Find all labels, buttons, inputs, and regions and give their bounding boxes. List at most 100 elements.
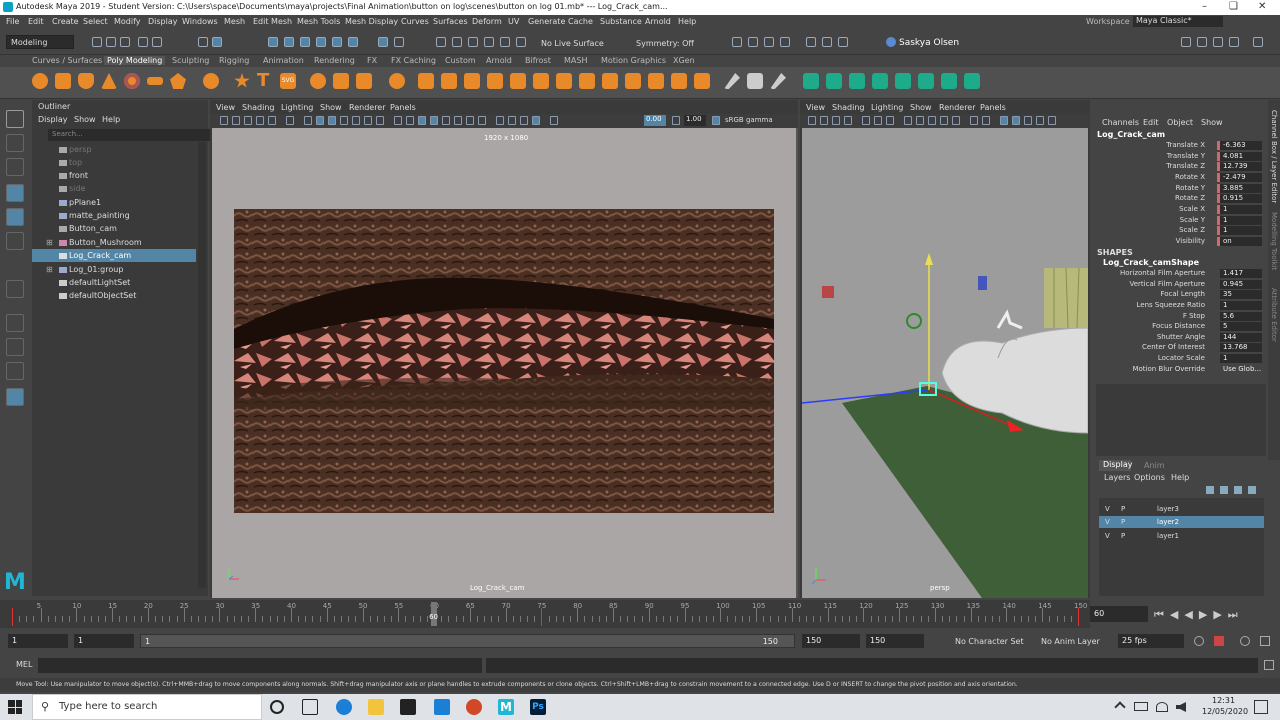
vp2-resolution-gate-icon[interactable] — [886, 116, 894, 125]
snap-projected-icon[interactable] — [484, 37, 494, 47]
uv-unfold-icon[interactable] — [941, 73, 957, 89]
command-input[interactable] — [38, 658, 482, 673]
menu-mesh-tools[interactable]: Mesh Tools — [297, 17, 340, 26]
layer-menu-options[interactable]: Options — [1134, 473, 1165, 482]
menu-help[interactable]: Help — [678, 17, 696, 26]
channel-value[interactable]: 1 — [1220, 205, 1262, 214]
shelf-tab-mash[interactable]: MASH — [564, 56, 587, 65]
outliner-item-default-light-set[interactable]: defaultLightSet — [32, 276, 196, 289]
maximize-icon[interactable]: ❑ — [1229, 1, 1238, 12]
loop-icon[interactable] — [1194, 636, 1204, 646]
field-chart-icon[interactable] — [352, 116, 360, 125]
safe-title-icon[interactable] — [376, 116, 384, 125]
select-face-icon[interactable] — [300, 37, 310, 47]
outliner-item-persp[interactable]: persp — [32, 143, 196, 156]
layer-row-layer1[interactable]: V Player1 — [1099, 530, 1264, 542]
vp1-menu-lighting[interactable]: Lighting — [281, 103, 313, 112]
poly-sphere-icon[interactable] — [32, 73, 48, 89]
layer-playback-toggle[interactable]: P — [1121, 532, 1125, 540]
channel-value[interactable]: 12.739 — [1220, 162, 1262, 171]
open-scene-icon[interactable] — [106, 37, 116, 47]
channels-menu-object[interactable]: Object — [1167, 118, 1193, 127]
powerpoint-icon[interactable] — [466, 699, 482, 715]
channel-value[interactable]: -2.479 — [1220, 173, 1262, 182]
channel-value[interactable]: 0.915 — [1220, 194, 1262, 203]
channel-rotate-y[interactable]: Rotate Y 3.885 — [1092, 184, 1267, 194]
close-icon[interactable]: ✕ — [1258, 1, 1266, 12]
vp1-menu-view[interactable]: View — [216, 103, 235, 112]
connect-icon[interactable] — [625, 73, 641, 89]
shelf-tab-xgen[interactable]: XGen — [673, 56, 695, 65]
channel-translate-y[interactable]: Translate Y 4.081 — [1092, 152, 1267, 162]
vp1-menu-renderer[interactable]: Renderer — [349, 103, 386, 112]
layer-tab-anim[interactable]: Anim — [1144, 461, 1165, 470]
vp2-isolate-icon[interactable] — [970, 116, 978, 125]
live-surface-label[interactable]: No Live Surface — [541, 39, 604, 48]
fill-hole-icon[interactable] — [510, 73, 526, 89]
textured-icon[interactable] — [418, 116, 426, 125]
minimize-icon[interactable]: – — [1202, 1, 1207, 12]
snap-view-icon[interactable] — [500, 37, 510, 47]
layer-menu-layers[interactable]: Layers — [1104, 473, 1130, 482]
shelf-tab-arnold[interactable]: Arnold — [486, 56, 512, 65]
platonic-solid-icon[interactable] — [203, 73, 219, 89]
scale-tool-icon[interactable] — [6, 232, 24, 250]
outliner-item-matte-painting[interactable]: matte_painting — [32, 209, 196, 222]
layer-name[interactable]: layer3 — [1157, 505, 1179, 513]
move-tool-icon[interactable] — [6, 184, 24, 202]
channel-visibility[interactable]: Visibility on — [1092, 237, 1267, 247]
attribute-editor-icon[interactable] — [1213, 37, 1223, 47]
shelf-tab-curves-surfaces[interactable]: Curves / Surfaces — [32, 56, 102, 65]
snap-grid-icon[interactable] — [436, 37, 446, 47]
shelf-tab-bifrost[interactable]: Bifrost — [525, 56, 551, 65]
vp2-menu-shading[interactable]: Shading — [832, 103, 865, 112]
safe-action-icon[interactable] — [364, 116, 372, 125]
layer-name[interactable]: layer1 — [1157, 532, 1179, 540]
attr-motion-blur-override[interactable]: Motion Blur Override Use Glob... — [1092, 365, 1267, 375]
step-forward-key-icon[interactable]: ▶ — [1213, 608, 1227, 621]
append-polygon-icon[interactable] — [487, 73, 503, 89]
tray-chevron-icon[interactable] — [1114, 701, 1126, 713]
attr-horizontal-film-aperture[interactable]: Horizontal Film Aperture 1.417 — [1092, 269, 1267, 279]
vp2-grid-icon[interactable] — [862, 116, 870, 125]
channel-scale-x[interactable]: Scale X 1 — [1092, 205, 1267, 215]
soft-select-icon[interactable] — [378, 37, 388, 47]
auto-key-icon[interactable] — [1214, 636, 1224, 646]
symmetry-dropdown[interactable]: Symmetry: Off — [636, 39, 694, 48]
mode-dropdown[interactable]: Modeling — [6, 35, 74, 49]
single-perspective-icon[interactable] — [6, 314, 24, 332]
save-scene-icon[interactable] — [120, 37, 130, 47]
outliner-item-pplane1[interactable]: pPlane1 — [32, 196, 196, 209]
sound-icon[interactable] — [1260, 636, 1270, 646]
resolution-gate-icon[interactable] — [328, 116, 336, 125]
channel-scale-z[interactable]: Scale Z 1 — [1092, 226, 1267, 236]
channel-rotate-z[interactable]: Rotate Z 0.915 — [1092, 194, 1267, 204]
combine-icon[interactable] — [310, 73, 326, 89]
select-multi-icon[interactable] — [332, 37, 342, 47]
shelf-tab-sculpting[interactable]: Sculpting — [172, 56, 209, 65]
menu-arnold[interactable]: Arnold — [645, 17, 671, 26]
shelf-tab-rigging[interactable]: Rigging — [219, 56, 249, 65]
snap-curve-icon[interactable] — [452, 37, 462, 47]
menu-display[interactable]: Display — [148, 17, 178, 26]
vp1-menu-shading[interactable]: Shading — [242, 103, 275, 112]
outliner-item-log-crack-cam[interactable]: Log_Crack_cam — [32, 249, 196, 262]
isolate-select-icon[interactable] — [496, 116, 504, 125]
cortana-icon[interactable] — [270, 700, 284, 714]
outliner-scrollbar[interactable] — [198, 142, 206, 588]
channel-translate-z[interactable]: Translate Z 12.739 — [1092, 162, 1267, 172]
camera-view-canvas[interactable]: 1920 x 1080 Log_Crack_cam — [212, 128, 796, 598]
outliner-item-default-object-set[interactable]: defaultObjectSet — [32, 289, 196, 302]
outliner-persp-icon[interactable] — [6, 388, 24, 406]
menu-mesh-display[interactable]: Mesh Display — [345, 17, 398, 26]
shelf-tab-poly-modeling[interactable]: Poly Modeling — [104, 56, 166, 65]
task-view-icon[interactable] — [302, 699, 318, 715]
outliner-item-button-mushroom[interactable]: ⊞ Button_Mushroom — [32, 236, 196, 249]
maya-taskbar-icon[interactable]: M — [498, 699, 514, 715]
channel-translate-x[interactable]: Translate X -6.363 — [1092, 141, 1267, 151]
target-weld-icon[interactable] — [602, 73, 618, 89]
new-scene-icon[interactable] — [92, 37, 102, 47]
bridge-icon[interactable] — [441, 73, 457, 89]
poly-torus-icon[interactable] — [124, 73, 140, 89]
film-gate-icon[interactable] — [316, 116, 324, 125]
